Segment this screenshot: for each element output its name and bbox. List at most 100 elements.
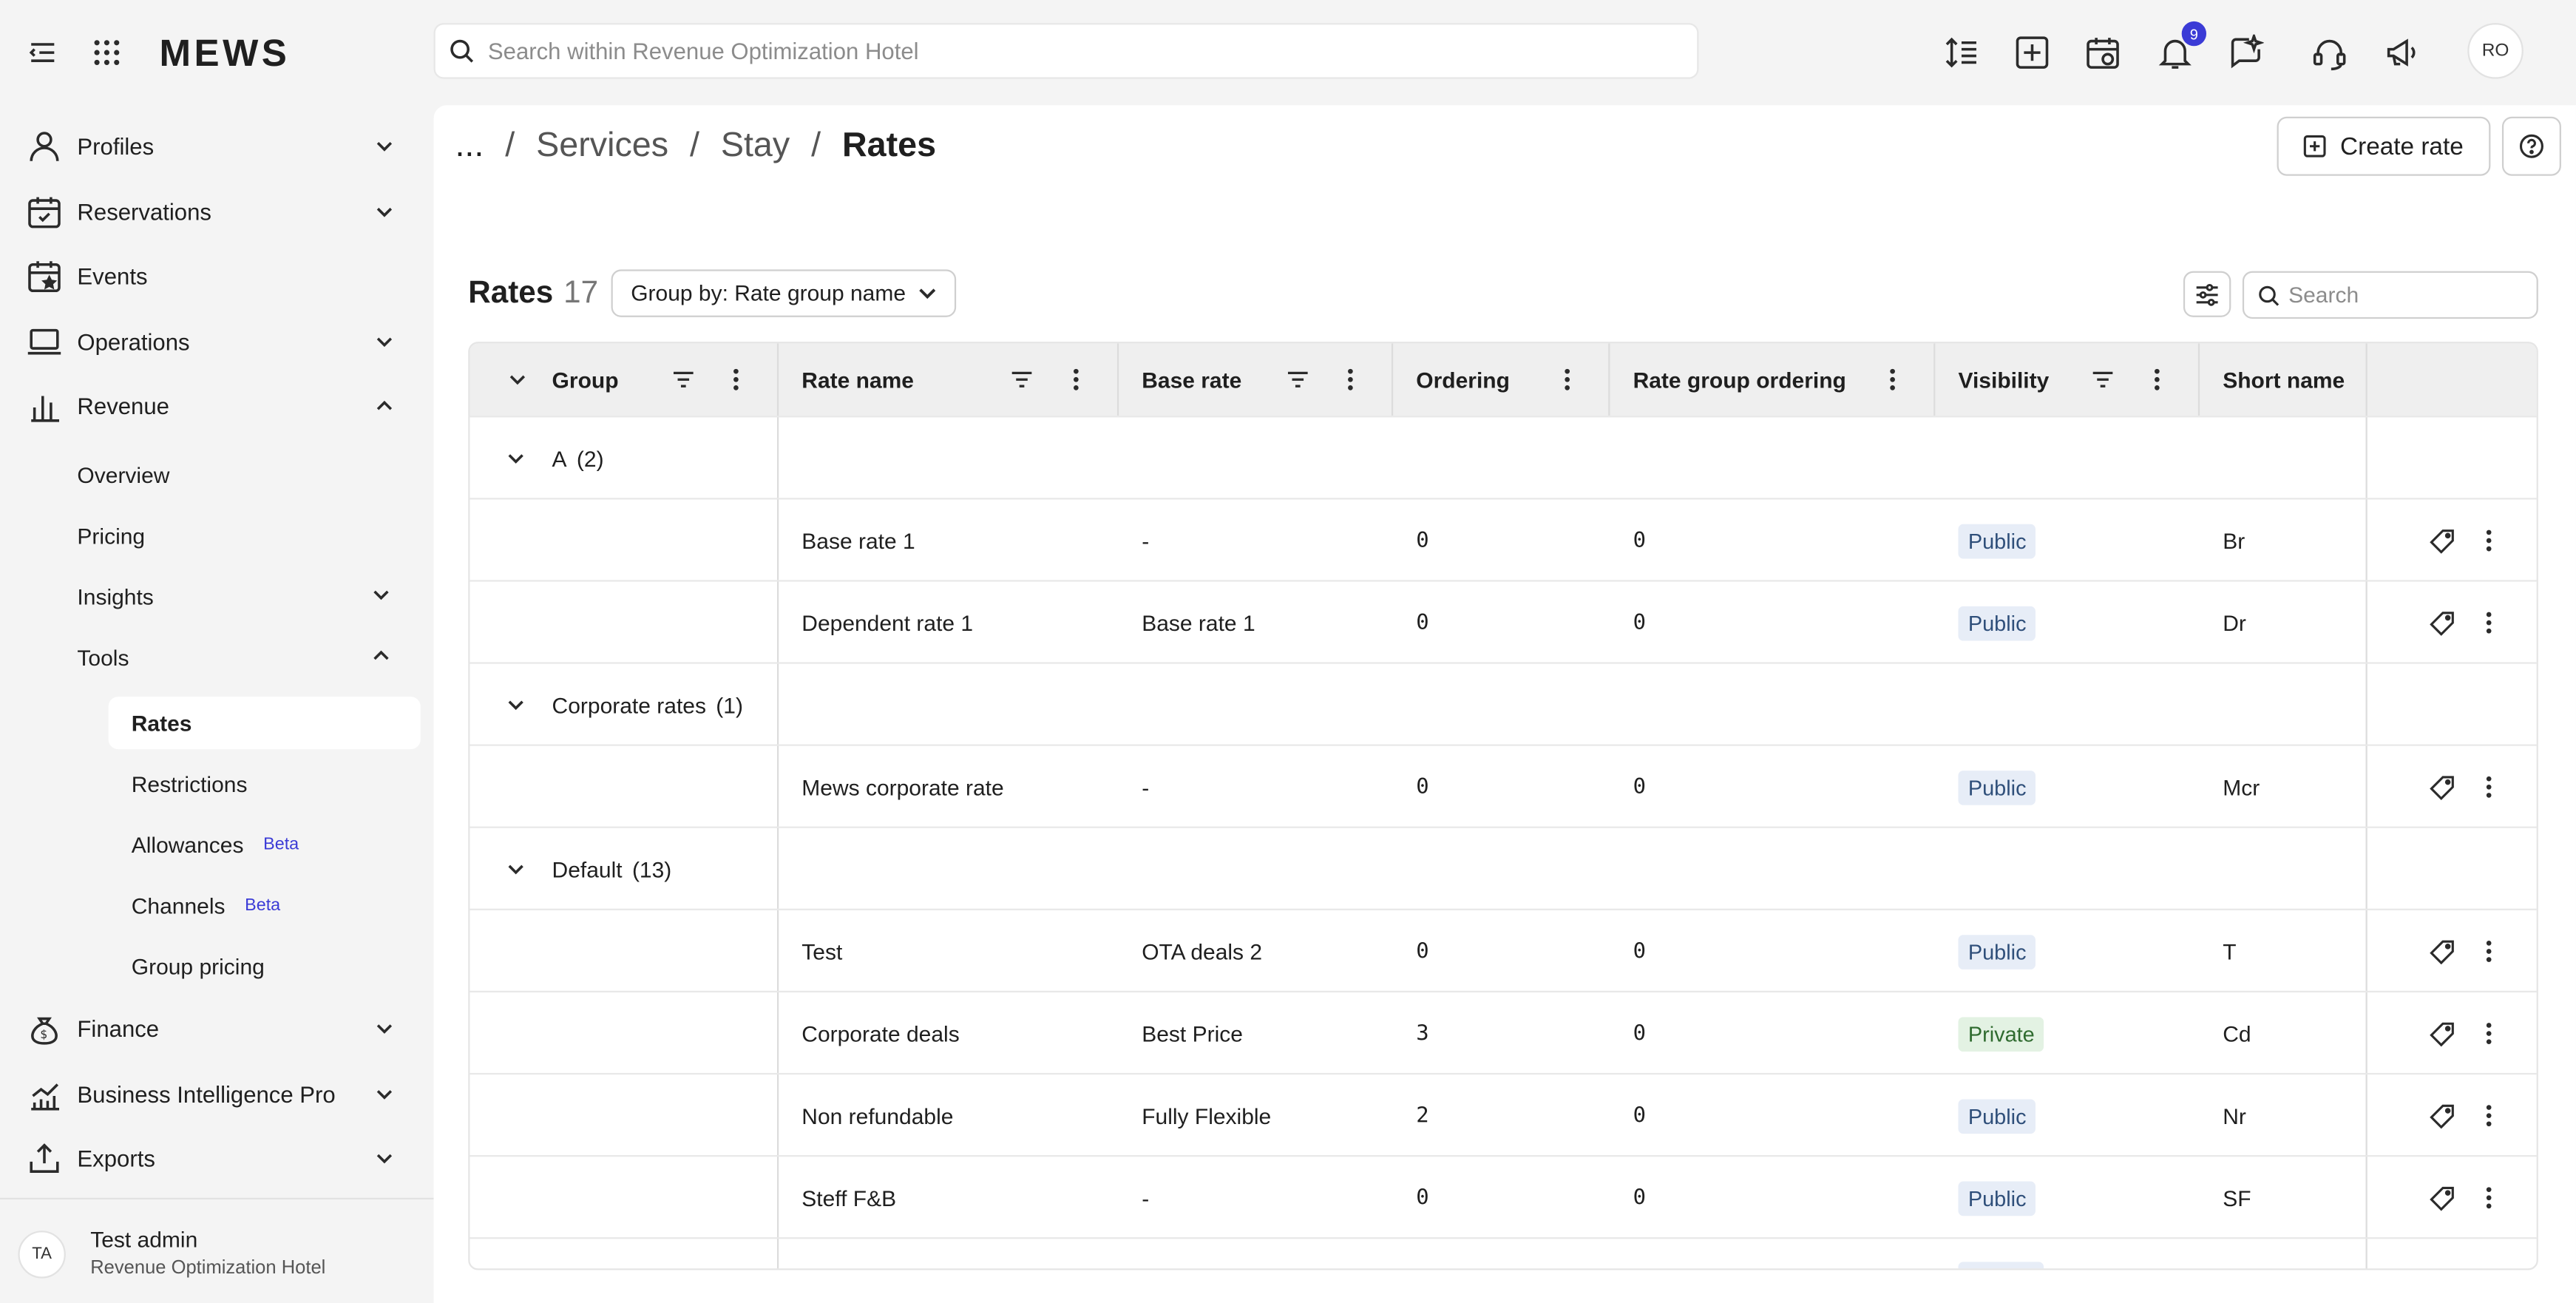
- apps-grid-icon[interactable]: [86, 31, 129, 74]
- column-settings-button[interactable]: [2183, 271, 2231, 317]
- breadcrumb-services[interactable]: Services: [536, 126, 668, 166]
- user-profile[interactable]: TA Test admin Revenue Optimization Hotel: [0, 1197, 434, 1303]
- table-row[interactable]: Mews corporate rate - 0 0 Public Mcr: [470, 744, 2537, 827]
- table-row[interactable]: Dependent rate 1 Base rate 1 0 0 Public …: [470, 580, 2537, 662]
- menu-collapse-icon[interactable]: [21, 31, 64, 74]
- sidebar-item-restrictions[interactable]: Restrictions: [109, 757, 421, 810]
- breadcrumb-root[interactable]: ...: [455, 126, 484, 166]
- ordering-cell: 0: [1416, 938, 1429, 964]
- tag-icon[interactable]: [2427, 1019, 2456, 1049]
- filter-icon[interactable]: [668, 365, 698, 394]
- table-search[interactable]: [2242, 271, 2538, 319]
- sidebar-item-channels[interactable]: Channels Beta: [109, 879, 421, 932]
- sidebar-item-label: Business Intelligence Pro: [77, 1081, 336, 1108]
- create-rate-button[interactable]: Create rate: [2277, 116, 2491, 176]
- tag-icon[interactable]: [2427, 772, 2456, 802]
- sidebar-item-finance[interactable]: $ Finance: [0, 999, 434, 1058]
- ordering-cell: 0: [1416, 610, 1429, 635]
- chevron-down-icon[interactable]: [503, 691, 529, 718]
- table-row[interactable]: Corporate deals Best Price 3 0 Private C…: [470, 990, 2537, 1073]
- base-rate-cell: OTA deals 2: [1142, 938, 1263, 964]
- more-vertical-icon[interactable]: [1878, 365, 1908, 394]
- more-vertical-icon[interactable]: [2474, 1019, 2504, 1049]
- more-vertical-icon[interactable]: [2474, 936, 2504, 966]
- chevron-down-icon[interactable]: [503, 856, 529, 883]
- base-rate-cell: Base rate 1: [1142, 610, 1255, 635]
- sidebar-item-allowances[interactable]: Allowances Beta: [109, 819, 421, 871]
- tag-icon[interactable]: [2427, 526, 2456, 555]
- tag-icon[interactable]: [2427, 1101, 2456, 1131]
- megaphone-icon[interactable]: [2381, 31, 2424, 74]
- sidebar-item-revenue[interactable]: Revenue: [0, 376, 434, 436]
- help-icon: [2518, 133, 2545, 160]
- column-header-base-rate[interactable]: Base rate: [1142, 343, 1241, 416]
- more-vertical-icon[interactable]: [2142, 365, 2172, 394]
- more-vertical-icon[interactable]: [2474, 1183, 2504, 1213]
- group-row[interactable]: Corporate rates (1): [470, 662, 2537, 744]
- more-vertical-icon[interactable]: [2474, 1101, 2504, 1131]
- group-by-select[interactable]: Group by: Rate group name: [611, 269, 957, 317]
- collapse-all-chevron-icon[interactable]: [503, 365, 532, 394]
- group-row[interactable]: A (2): [470, 416, 2537, 498]
- table-row[interactable]: [470, 1237, 2537, 1269]
- sidebar-item-events[interactable]: Events: [0, 246, 434, 305]
- short-name-cell: Dr: [2223, 610, 2246, 635]
- user-avatar[interactable]: RO: [2467, 23, 2524, 79]
- sparkle-icon[interactable]: [2224, 31, 2267, 74]
- laptop-icon: [27, 324, 63, 360]
- sidebar-item-pricing[interactable]: Pricing: [77, 511, 145, 561]
- ordering-cell: 0: [1416, 528, 1429, 553]
- filter-icon[interactable]: [1007, 365, 1037, 394]
- table-row[interactable]: Base rate 1 - 0 0 Public Br: [470, 498, 2537, 580]
- more-vertical-icon[interactable]: [1335, 365, 1365, 394]
- sidebar-item-exports[interactable]: Exports: [0, 1128, 434, 1188]
- column-header-rate-name[interactable]: Rate name: [801, 343, 914, 416]
- filter-icon[interactable]: [1283, 365, 1312, 394]
- bell-icon[interactable]: 9: [2154, 21, 2207, 74]
- column-header-group[interactable]: Group: [552, 343, 619, 416]
- breadcrumb-stay[interactable]: Stay: [721, 126, 790, 166]
- tag-icon[interactable]: [2427, 1183, 2456, 1213]
- column-header-short-name[interactable]: Short name: [2223, 343, 2345, 416]
- sidebar-item-reservations[interactable]: Reservations: [0, 183, 434, 242]
- rates-table: Group Rate name Base rate Ordering Rate …: [468, 342, 2538, 1270]
- add-square-icon[interactable]: [2011, 31, 2054, 74]
- sidebar-item-business-intelligence-pro[interactable]: Business Intelligence Pro: [0, 1065, 434, 1124]
- more-vertical-icon[interactable]: [2474, 772, 2504, 802]
- column-header-ordering[interactable]: Ordering: [1416, 343, 1510, 416]
- column-header-visibility[interactable]: Visibility: [1959, 343, 2050, 416]
- base-rate-cell: -: [1142, 528, 1150, 553]
- global-search[interactable]: [433, 23, 1699, 79]
- sidebar-item-insights[interactable]: Insights: [77, 572, 399, 621]
- mews-logo[interactable]: MEWS: [160, 31, 291, 75]
- sidebar-item-tools[interactable]: Tools: [77, 632, 399, 682]
- sidebar-item-group-pricing[interactable]: Group pricing: [109, 940, 421, 992]
- table-row[interactable]: Test OTA deals 2 0 0 Public T: [470, 908, 2537, 991]
- column-header-rate-group-ordering[interactable]: Rate group ordering: [1633, 343, 1846, 416]
- base-rate-cell: Best Price: [1142, 1021, 1243, 1046]
- more-vertical-icon[interactable]: [1061, 365, 1091, 394]
- table-search-input[interactable]: [2288, 282, 2519, 308]
- export-icon: [27, 1140, 63, 1177]
- text-size-icon[interactable]: [1940, 31, 1983, 74]
- group-row[interactable]: Default (13): [470, 826, 2537, 909]
- sidebar-item-profiles[interactable]: Profiles: [0, 117, 434, 176]
- filter-icon[interactable]: [2088, 365, 2118, 394]
- sidebar-item-rates[interactable]: Rates: [108, 697, 421, 750]
- table-row[interactable]: Steff F&B - 0 0 Public SF: [470, 1154, 2537, 1237]
- help-button[interactable]: [2501, 116, 2561, 176]
- tag-icon[interactable]: [2427, 936, 2456, 966]
- sidebar-item-operations[interactable]: Operations: [0, 312, 434, 371]
- more-vertical-icon[interactable]: [1553, 365, 1582, 394]
- more-vertical-icon[interactable]: [2474, 608, 2504, 637]
- main-content: ... / Services / Stay / Rates Create rat…: [433, 105, 2576, 1303]
- tag-icon[interactable]: [2427, 608, 2456, 637]
- sidebar-item-overview[interactable]: Overview: [77, 450, 169, 500]
- calendar-icon[interactable]: [2081, 31, 2124, 74]
- more-vertical-icon[interactable]: [721, 365, 750, 394]
- chevron-down-icon[interactable]: [503, 445, 529, 472]
- headset-icon[interactable]: [2308, 31, 2351, 74]
- table-row[interactable]: Non refundable Fully Flexible 2 0 Public…: [470, 1072, 2537, 1155]
- global-search-input[interactable]: [487, 38, 1638, 64]
- more-vertical-icon[interactable]: [2474, 526, 2504, 555]
